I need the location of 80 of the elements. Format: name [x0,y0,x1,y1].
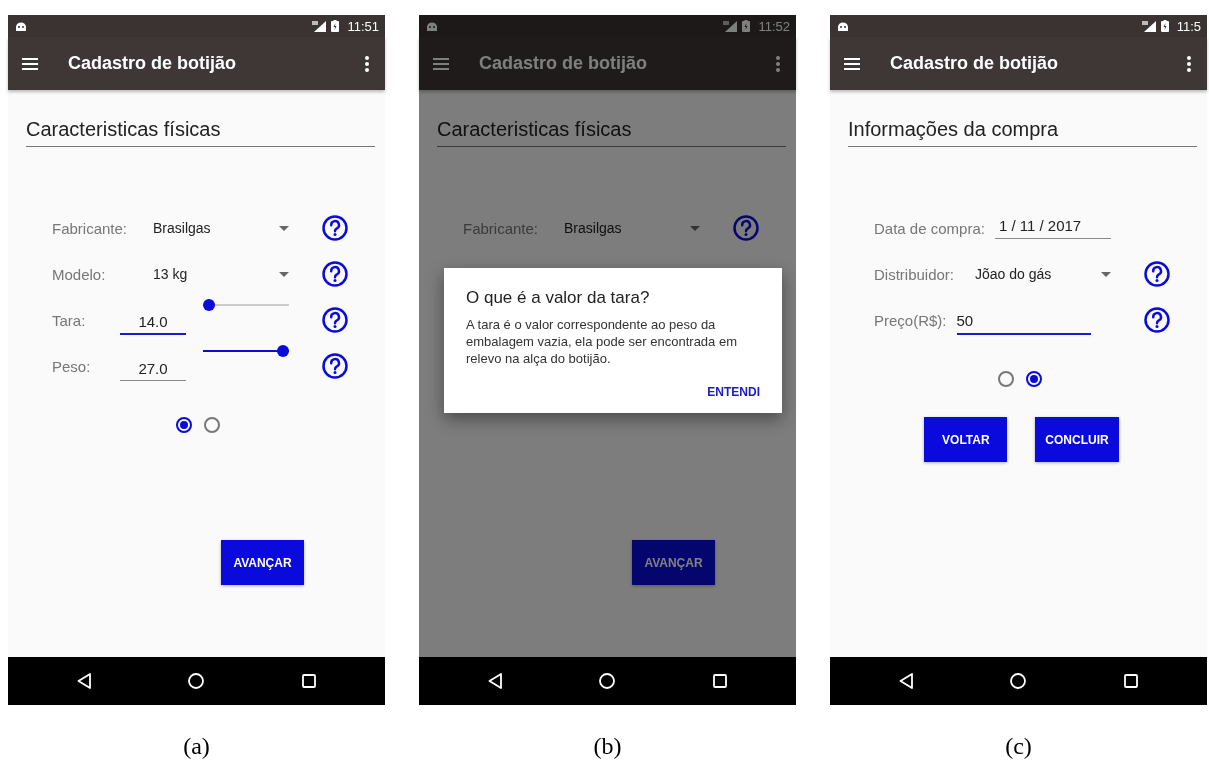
field-label: Peso: [52,357,92,375]
help-icon[interactable] [733,215,759,241]
slider-thumb[interactable] [277,345,289,357]
app-title: Cadastro de botijão [68,53,237,74]
dropdown-value: Brasilgas [153,220,211,236]
status-time: 11:52 [758,18,790,34]
field-label: Fabricante: [52,219,129,237]
action-button[interactable]: AVANÇAR [632,540,715,585]
action-button[interactable]: CONCLUIR [1035,417,1119,462]
help-icon[interactable] [322,353,348,379]
help-icon[interactable] [322,261,348,287]
field-label: Modelo: [52,265,107,283]
dropdown-value: Jõao do gás [975,266,1052,282]
battery-icon [331,20,340,32]
help-icon[interactable] [322,215,348,241]
home-icon[interactable] [188,673,205,689]
figure-caption: (c) [1005,733,1032,760]
android-icon [838,21,848,31]
dropdown[interactable]: Brasilgas [564,220,704,236]
menu-icon[interactable] [22,57,38,70]
help-icon[interactable] [1144,261,1170,287]
dropdown[interactable]: 13 kg [153,266,293,282]
action-button[interactable]: AVANÇAR [221,540,304,585]
home-icon[interactable] [599,673,616,689]
dropdown-value: Brasilgas [564,220,622,236]
caret-icon [279,271,289,277]
dropdown-value: 13 kg [153,266,188,282]
help-icon[interactable] [1144,307,1170,333]
menu-icon[interactable] [844,57,860,70]
page-indicator-radio[interactable] [1025,371,1042,387]
battery-icon [742,20,751,32]
figure-caption: (b) [593,733,622,760]
back-icon[interactable] [76,673,91,689]
app-title: Cadastro de botijão [479,53,648,74]
status-time: 11:5 [1176,18,1201,34]
back-icon[interactable] [898,673,913,689]
field-label: Fabricante: [463,219,540,237]
status-time: 11:51 [347,18,379,34]
text-field[interactable]: 50 [956,311,1091,335]
page-indicator-radio[interactable] [997,371,1014,387]
dialog-button[interactable]: ENTENDI [707,381,760,403]
more-options-icon[interactable] [365,55,369,72]
figure-caption: (a) [183,733,210,760]
recents-icon[interactable] [713,674,728,688]
dialog-message: A tara é o valor correspondente ao peso da embalagem vazia, ela pode ser encontrada em relevo na alça do botijão. [466,316,738,367]
field-label: Tara: [52,311,87,329]
action-button[interactable]: VOLTAR [924,417,1008,462]
field-label: Preço(R$): [874,311,947,329]
caret-icon [1101,271,1111,277]
dialog-title: O que é a valor da tara? [466,288,651,308]
section-title: Caracteristicas físicas [26,118,375,147]
caret-icon [279,225,289,231]
dropdown[interactable]: Jõao do gás [975,266,1115,282]
android-icon [16,21,26,31]
slider[interactable] [203,299,289,311]
page-indicator-radio[interactable] [203,417,220,433]
caret-icon [690,225,700,231]
signal-icon [312,20,327,32]
battery-icon [1160,20,1169,32]
section-title: Caracteristicas físicas [437,118,786,147]
help-icon[interactable] [322,307,348,333]
number-field[interactable]: 27.0 [120,357,186,381]
recents-icon[interactable] [1124,674,1139,688]
page-indicator-radio[interactable] [175,417,192,433]
slider[interactable] [203,345,289,357]
dropdown[interactable]: Brasilgas [153,220,293,236]
back-icon[interactable] [487,673,502,689]
date-field[interactable]: 1 / 11 / 2017 [994,217,1111,239]
home-icon[interactable] [1010,673,1027,689]
more-options-icon[interactable] [1187,55,1191,72]
field-label: Data de compra: [874,219,985,237]
app-title: Cadastro de botijão [890,53,1059,74]
android-icon [427,21,437,31]
signal-icon [723,20,738,32]
slider-thumb[interactable] [203,299,215,311]
signal-icon [1141,20,1156,32]
recents-icon[interactable] [302,674,317,688]
field-label: Distribuidor: [874,265,956,283]
number-field[interactable]: 14.0 [120,311,186,335]
section-title: Informações da compra [848,118,1197,147]
